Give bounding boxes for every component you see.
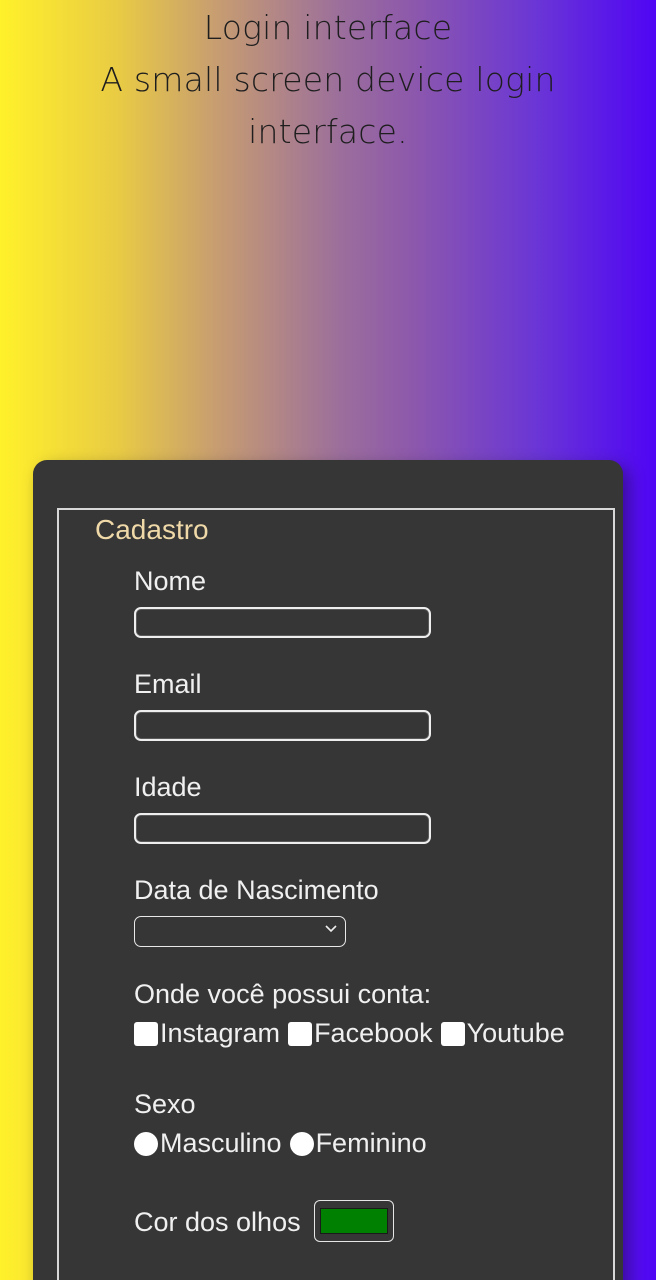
nascimento-label: Data de Nascimento — [134, 875, 379, 905]
cor-label: Cor dos olhos — [134, 1207, 301, 1237]
hero-subtitle: A small screen device login interface. — [100, 60, 556, 151]
idade-input[interactable] — [134, 813, 431, 844]
email-label: Email — [134, 669, 202, 699]
fieldset-legend: Cadastro — [95, 514, 209, 545]
contas-options: Instagram Facebook Youtube — [134, 1018, 573, 1049]
signup-card: Cadastro Nome Email Idade Data de Nascim… — [33, 460, 623, 1280]
feminino-label: Feminino — [315, 1128, 427, 1158]
instagram-checkbox[interactable] — [134, 1021, 158, 1046]
masculino-radio[interactable] — [134, 1131, 158, 1156]
masculino-label: Masculino — [160, 1128, 282, 1158]
instagram-label: Instagram — [160, 1018, 281, 1048]
nome-label: Nome — [134, 566, 207, 596]
nascimento-select[interactable] — [134, 916, 346, 947]
color-swatch — [320, 1208, 388, 1234]
facebook-label: Facebook — [314, 1018, 433, 1048]
hero-title: Login interface — [203, 8, 453, 47]
sexo-label: Sexo — [134, 1089, 196, 1119]
eye-color-picker[interactable] — [314, 1200, 394, 1242]
email-input[interactable] — [134, 710, 431, 741]
signup-fieldset: Cadastro Nome Email Idade Data de Nascim… — [57, 508, 615, 1280]
chevron-down-icon — [325, 925, 337, 933]
youtube-checkbox[interactable] — [440, 1021, 465, 1046]
idade-label: Idade — [134, 772, 202, 802]
facebook-checkbox[interactable] — [288, 1021, 313, 1046]
sexo-options: Masculino Feminino — [134, 1128, 435, 1159]
youtube-label: Youtube — [466, 1018, 565, 1048]
contas-label: Onde você possui conta: — [134, 979, 432, 1009]
nome-input[interactable] — [134, 607, 431, 638]
feminino-radio[interactable] — [289, 1131, 314, 1156]
hero-header: Login interface A small screen device lo… — [0, 2, 656, 158]
